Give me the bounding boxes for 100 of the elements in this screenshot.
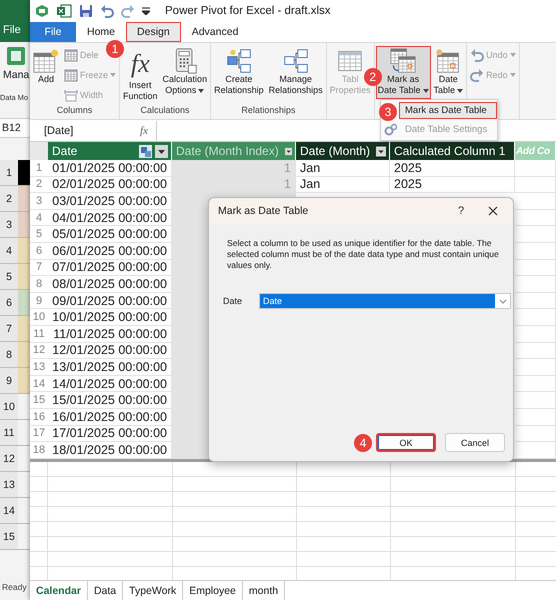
row-number: 6 [30,242,48,260]
sheet-tab[interactable]: month [242,581,286,600]
ribbon-button[interactable]: Date Table [432,46,466,99]
callout-badge: 2 [364,68,382,86]
customize-icon[interactable] [142,7,150,15]
row-header: 7 [0,316,18,341]
ribbon-button[interactable]: Create Relationship [212,46,266,99]
group-label: Calculations [140,105,190,115]
menu-item[interactable]: Mark as Date Table [399,102,497,119]
table-cell [515,292,556,310]
table-cell: 07/01/2025 00:00:00 [48,260,172,276]
dialog-button[interactable]: OK [376,433,436,452]
table-cell: 03/01/2025 00:00:00 [48,193,172,210]
row-header: 10 [0,394,18,419]
file-tab[interactable]: File [3,24,21,36]
row-number: 7 [30,260,48,276]
row-number: 10 [30,309,48,326]
gears-icon [384,123,397,136]
filter-dropdown-icon[interactable] [155,144,168,158]
undo-icon[interactable] [100,4,114,18]
column-dropdown[interactable]: Date [259,293,511,309]
sheet-tab[interactable]: Data [88,581,124,600]
column-header[interactable]: Date [48,142,172,160]
table-cell: 2025 [390,176,515,194]
row-number: 5 [30,226,48,243]
row-number: 9 [30,292,48,310]
row-header: 14 [0,498,18,523]
table-cell: 05/01/2025 00:00:00 [48,226,172,243]
table-star-icon [33,48,59,74]
row-number: 13 [30,359,48,376]
table-icon [64,48,78,62]
table-cell [515,176,556,194]
table-cell: 09/01/2025 00:00:00 [48,292,172,310]
sheet-tab[interactable]: Employee [183,581,243,600]
caret-icon [510,53,516,57]
table-cell: 12/01/2025 00:00:00 [48,342,172,360]
status-text: Ready [1,582,28,594]
row-number: 3 [30,193,48,210]
table-cell [515,326,556,343]
dialog-description: Select a column to be used as unique identifier for the date table. The selected column must be of the date data type and must contain unique values only. [227,238,499,271]
relationship-icon [282,48,309,74]
window-title: Power Pivot for Excel - draft.xlsx [165,5,331,17]
data-model-icon [6,46,26,66]
row-header: 4 [0,238,18,263]
row-header: 13 [0,472,18,497]
ribbon-button[interactable]: Calculation Options [160,46,210,99]
table-cell: 16/01/2025 00:00:00 [48,408,172,426]
caret-icon [422,88,429,92]
table-cell: Jan [296,176,390,194]
table-cell: 06/01/2025 00:00:00 [48,242,172,260]
sheet-tab[interactable]: TypeWork [123,581,184,600]
group-label: Relationships [241,105,296,115]
manage-button[interactable]: Mana [0,46,30,81]
column-header[interactable]: Calculated Column 1 [390,142,515,160]
table-cell [515,342,556,360]
dialog-button[interactable]: Cancel [445,433,505,452]
row-number: 17 [30,426,48,442]
ribbon-button[interactable]: Manage Relationships [266,46,325,99]
table-cell [515,160,556,177]
table-cell [515,408,556,426]
row-number: 15 [30,392,48,409]
date-key-icon [139,144,152,158]
ribbon-button[interactable]: Add [31,46,61,88]
ribbon-button[interactable]: Mark as Date Table [376,46,431,99]
table-cell [515,276,556,293]
column-header[interactable]: Date (Month) [296,142,390,160]
row-header: 5 [0,264,18,289]
callout-badge: 3 [379,103,397,121]
callout-badge: 4 [354,434,372,452]
row-number: 16 [30,408,48,426]
table-icon [337,48,364,74]
row-header: 11 [0,420,18,445]
table-cell [515,426,556,442]
row-number: 1 [30,160,48,177]
ribbon-tab[interactable]: Design [126,22,181,42]
redo-icon [470,68,484,82]
table-cell [515,442,556,459]
table-cell: 08/01/2025 00:00:00 [48,276,172,293]
app-icon [35,4,49,18]
field-label: Date [223,296,244,306]
table-cell: 17/01/2025 00:00:00 [48,426,172,442]
help-button[interactable]: ? [449,204,473,218]
row-number: 8 [30,276,48,293]
table-cell [515,359,556,376]
save-icon[interactable] [79,4,93,18]
table-cell: Jan [296,160,390,177]
row-number: 12 [30,342,48,360]
table-cell [515,210,556,226]
sheet-tab[interactable]: Calendar [30,581,88,600]
table-icon [64,68,78,82]
close-icon[interactable] [488,206,498,216]
function-symbol[interactable]: fx [140,125,156,137]
table-cell: 14/01/2025 00:00:00 [48,376,172,392]
table-cell [515,309,556,326]
filter-dropdown-icon[interactable] [376,144,386,158]
table-cell [515,392,556,409]
spreadsheet-icon[interactable] [56,4,72,18]
group-label: Columns [56,105,92,115]
ribbon-tab[interactable]: File [30,22,76,42]
row-number: 14 [30,376,48,392]
